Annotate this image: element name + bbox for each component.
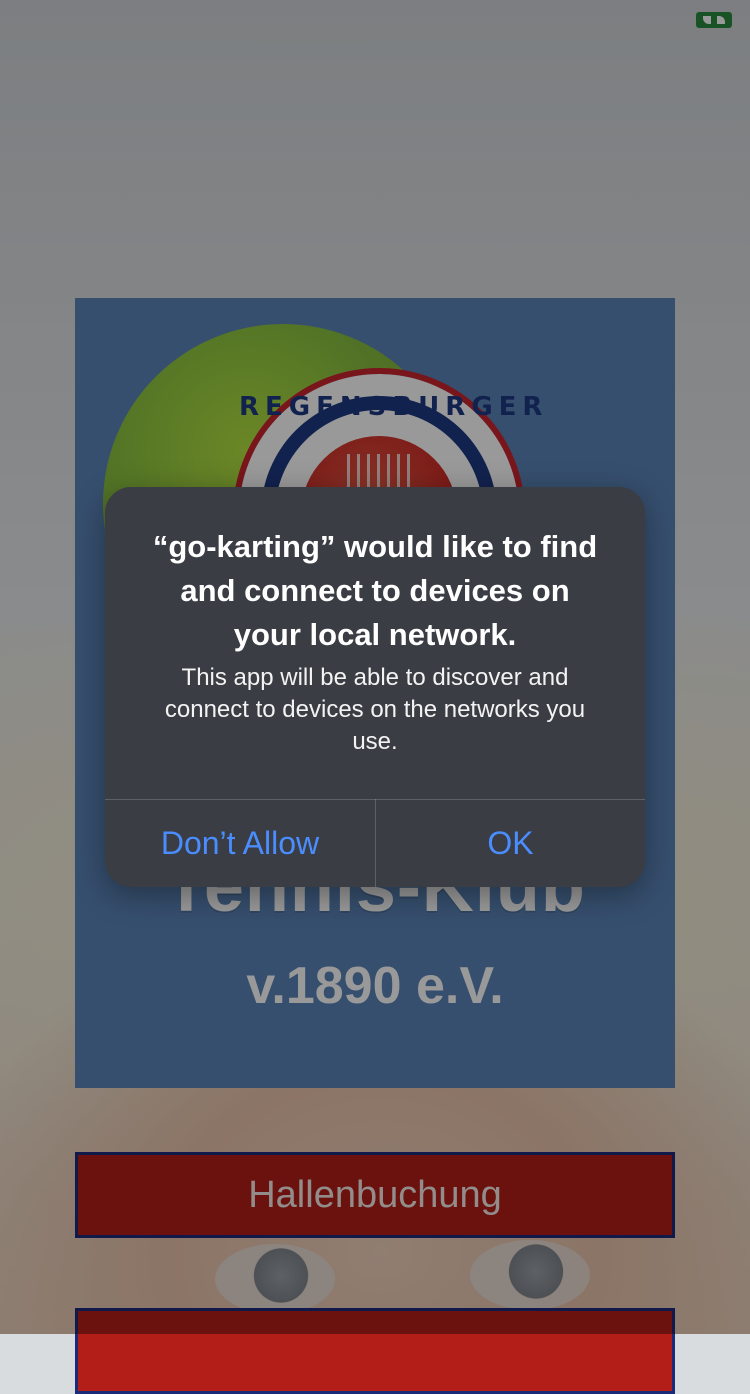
alert-content: “go-karting” would like to find and conn… bbox=[105, 487, 645, 799]
dont-allow-button[interactable]: Don’t Allow bbox=[105, 799, 375, 887]
alert-message: This app will be able to discover and co… bbox=[164, 664, 586, 755]
local-network-permission-alert: “go-karting” would like to find and conn… bbox=[105, 487, 645, 887]
ok-button[interactable]: OK bbox=[376, 799, 645, 887]
alert-title: “go-karting” would like to find and conn… bbox=[152, 529, 598, 652]
